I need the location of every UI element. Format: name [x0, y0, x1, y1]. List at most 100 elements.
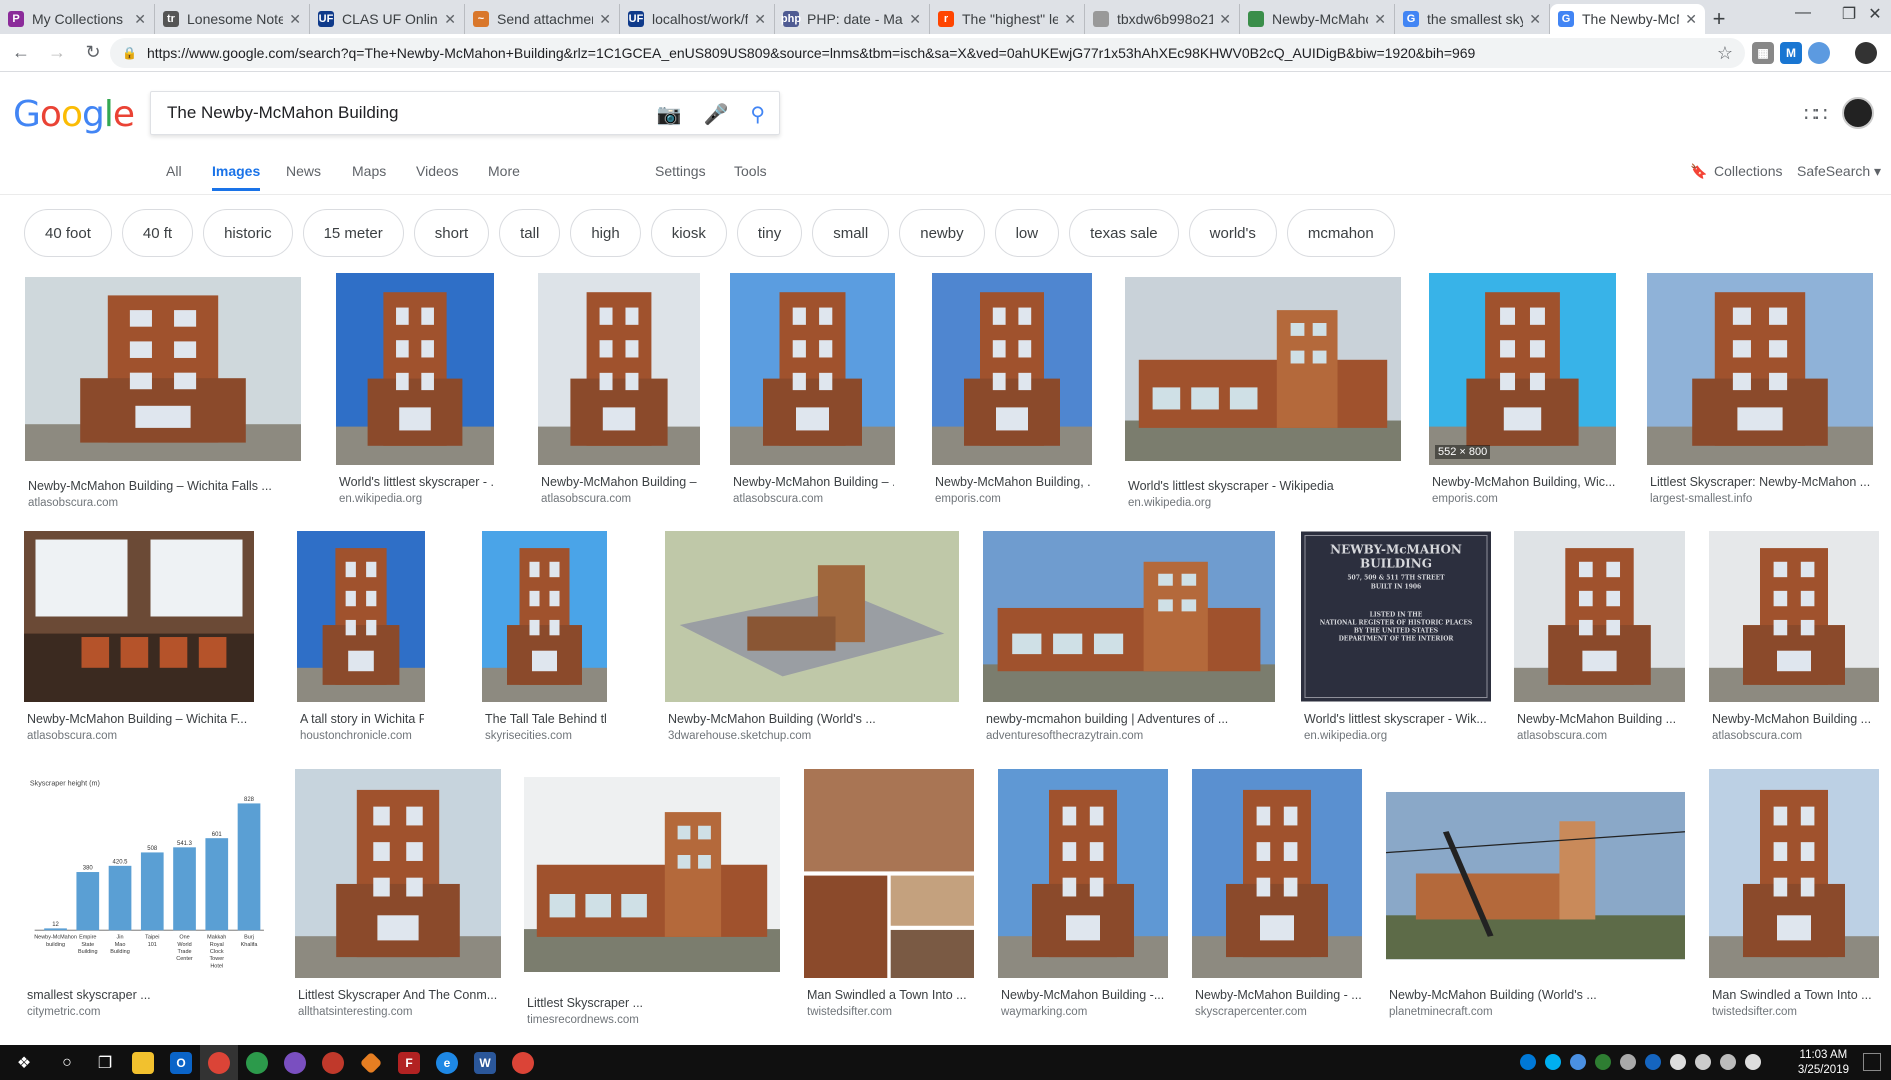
- result-title[interactable]: A tall story in Wichita Falls ...: [300, 712, 424, 726]
- app-red-icon[interactable]: [314, 1045, 352, 1080]
- result-title[interactable]: Man Swindled a Town Into ...: [807, 988, 973, 1002]
- back-arrow-icon[interactable]: ←: [6, 38, 36, 68]
- tray-icon[interactable]: [1595, 1054, 1611, 1070]
- safesearch-dropdown[interactable]: SafeSearch ▾: [1797, 163, 1881, 190]
- result-title[interactable]: Man Swindled a Town Into ...: [1712, 988, 1878, 1002]
- result-title[interactable]: Newby-McMahon Building ...: [1712, 712, 1878, 726]
- related-search-chip[interactable]: mcmahon: [1286, 209, 1395, 257]
- internet-explorer-icon[interactable]: e: [428, 1045, 466, 1080]
- result-title[interactable]: Newby-McMahon Building, ...: [935, 475, 1091, 489]
- result-title[interactable]: Littlest Skyscraper ...: [527, 996, 779, 1010]
- result-title[interactable]: Newby-McMahon Building ...: [1517, 712, 1684, 726]
- result-thumbnail[interactable]: [24, 531, 254, 702]
- result-title[interactable]: Littlest Skyscraper: Newby-McMahon ...: [1650, 475, 1872, 489]
- minimize-icon[interactable]: —: [1780, 4, 1826, 22]
- skype-tray-icon[interactable]: [1545, 1054, 1561, 1070]
- result-thumbnail[interactable]: NEWBY-McMAHON BUILDING 507, 509 & 511 7TH …: [1301, 531, 1491, 702]
- collections-link[interactable]: Collections: [1714, 163, 1782, 189]
- network-icon[interactable]: [1695, 1054, 1711, 1070]
- collections-icon[interactable]: 🔖: [1690, 163, 1707, 190]
- browser-tab[interactable]: Newby-McMahon ✕: [1240, 4, 1395, 34]
- result-title[interactable]: Newby-McMahon Building -...: [1001, 988, 1167, 1002]
- result-source[interactable]: emporis.com: [935, 493, 1091, 505]
- result-thumbnail[interactable]: [998, 769, 1168, 978]
- word-icon[interactable]: W: [466, 1045, 504, 1080]
- close-tab-icon[interactable]: ✕: [1374, 11, 1386, 28]
- result-title[interactable]: The Tall Tale Behind the Wo...: [485, 712, 606, 726]
- result-title[interactable]: World's littlest skyscraper - Wik...: [1304, 712, 1490, 726]
- tray-icon[interactable]: [1670, 1054, 1686, 1070]
- result-thumbnail[interactable]: [524, 777, 780, 972]
- result-thumbnail[interactable]: [336, 273, 494, 465]
- result-title[interactable]: Newby-McMahon Building (World's ...: [1389, 988, 1684, 1002]
- app-green-icon[interactable]: [238, 1045, 276, 1080]
- microphone-icon[interactable]: 🎤: [703, 102, 728, 127]
- extension-icon[interactable]: ▦: [1752, 42, 1774, 64]
- result-source[interactable]: atlasobscura.com: [27, 730, 253, 742]
- tab-tools[interactable]: Tools: [734, 163, 767, 189]
- tab-maps[interactable]: Maps: [352, 163, 386, 189]
- result-thumbnail[interactable]: [295, 769, 501, 978]
- chrome-icon[interactable]: [200, 1045, 238, 1080]
- app-purple-icon[interactable]: [276, 1045, 314, 1080]
- result-source[interactable]: planetminecraft.com: [1389, 1006, 1684, 1018]
- related-search-chip[interactable]: historic: [203, 209, 293, 257]
- address-bar[interactable]: 🔒 https://www.google.com/search?q=The+Ne…: [110, 38, 1745, 68]
- reload-icon[interactable]: ↻: [78, 38, 108, 68]
- result-title[interactable]: Newby-McMahon Building - ...: [1195, 988, 1361, 1002]
- ime-icon[interactable]: [1745, 1054, 1761, 1070]
- result-source[interactable]: largest-smallest.info: [1650, 493, 1872, 505]
- result-title[interactable]: Newby-McMahon Building (World's ...: [668, 712, 958, 726]
- bookmark-star-icon[interactable]: ☆: [1717, 43, 1733, 64]
- result-source[interactable]: allthatsinteresting.com: [298, 1006, 500, 1018]
- outlook-icon[interactable]: O: [162, 1045, 200, 1080]
- close-tab-icon[interactable]: ✕: [909, 11, 921, 28]
- result-thumbnail[interactable]: [1647, 273, 1873, 465]
- result-thumbnail[interactable]: 552 × 800: [1429, 273, 1616, 465]
- result-thumbnail[interactable]: [1514, 531, 1685, 702]
- browser-tab[interactable]: php PHP: date - Man ✕: [775, 4, 930, 34]
- result-title[interactable]: Newby-McMahon Building – ...: [733, 475, 894, 489]
- result-thumbnail[interactable]: [482, 531, 607, 702]
- close-window-icon[interactable]: ✕: [1860, 4, 1890, 24]
- close-tab-icon[interactable]: ✕: [754, 11, 766, 28]
- result-thumbnail[interactable]: [932, 273, 1092, 465]
- result-source[interactable]: atlasobscura.com: [1517, 730, 1684, 742]
- related-search-chip[interactable]: texas sale: [1069, 209, 1179, 257]
- related-search-chip[interactable]: high: [570, 209, 641, 257]
- volume-icon[interactable]: [1720, 1054, 1736, 1070]
- result-thumbnail[interactable]: [804, 769, 974, 978]
- app-diamond-icon[interactable]: [352, 1045, 390, 1080]
- related-search-chip[interactable]: low: [994, 209, 1060, 257]
- result-thumbnail[interactable]: [1386, 769, 1685, 978]
- extension-circle-icon[interactable]: [1808, 42, 1830, 64]
- forward-arrow-icon[interactable]: →: [42, 38, 72, 68]
- result-title[interactable]: Newby-McMahon Building – Wichita Falls .…: [28, 479, 300, 493]
- result-thumbnail[interactable]: [1709, 531, 1879, 702]
- tray-icon[interactable]: [1620, 1054, 1636, 1070]
- result-thumbnail[interactable]: Skyscraper height (m) 12 Newby-McMahon buil…: [24, 769, 271, 978]
- search-input[interactable]: The Newby-McMahon Building 📷 🎤 ⚲: [150, 91, 780, 135]
- camera-icon[interactable]: 📷: [657, 102, 682, 127]
- related-search-chip[interactable]: 40 ft: [121, 209, 194, 257]
- result-title[interactable]: Newby-McMahon Building, Wic...: [1432, 475, 1615, 489]
- result-source[interactable]: houstonchronicle.com: [300, 730, 424, 742]
- result-source[interactable]: atlasobscura.com: [733, 493, 894, 505]
- result-thumbnail[interactable]: [1125, 277, 1401, 461]
- tab-images[interactable]: Images: [212, 163, 261, 191]
- close-tab-icon[interactable]: ✕: [599, 11, 611, 28]
- close-tab-icon[interactable]: ✕: [1529, 11, 1541, 28]
- search-circle-icon[interactable]: ○: [48, 1045, 86, 1080]
- result-thumbnail[interactable]: [730, 273, 895, 465]
- tab-news[interactable]: News: [286, 163, 321, 189]
- related-search-chip[interactable]: 15 meter: [302, 209, 404, 257]
- browser-tab[interactable]: UF localhost/work/f ✕: [620, 4, 775, 34]
- result-thumbnail[interactable]: [665, 531, 959, 702]
- close-tab-icon[interactable]: ✕: [134, 11, 146, 28]
- result-title[interactable]: newby-mcmahon building | Adventures of .…: [986, 712, 1274, 726]
- browser-tab[interactable]: r The "highest" lev ✕: [930, 4, 1085, 34]
- notifications-icon[interactable]: [1863, 1053, 1881, 1071]
- browser-tab[interactable]: ~ Send attachment ✕: [465, 4, 620, 34]
- tab-more[interactable]: More: [488, 163, 520, 189]
- result-source[interactable]: waymarking.com: [1001, 1006, 1167, 1018]
